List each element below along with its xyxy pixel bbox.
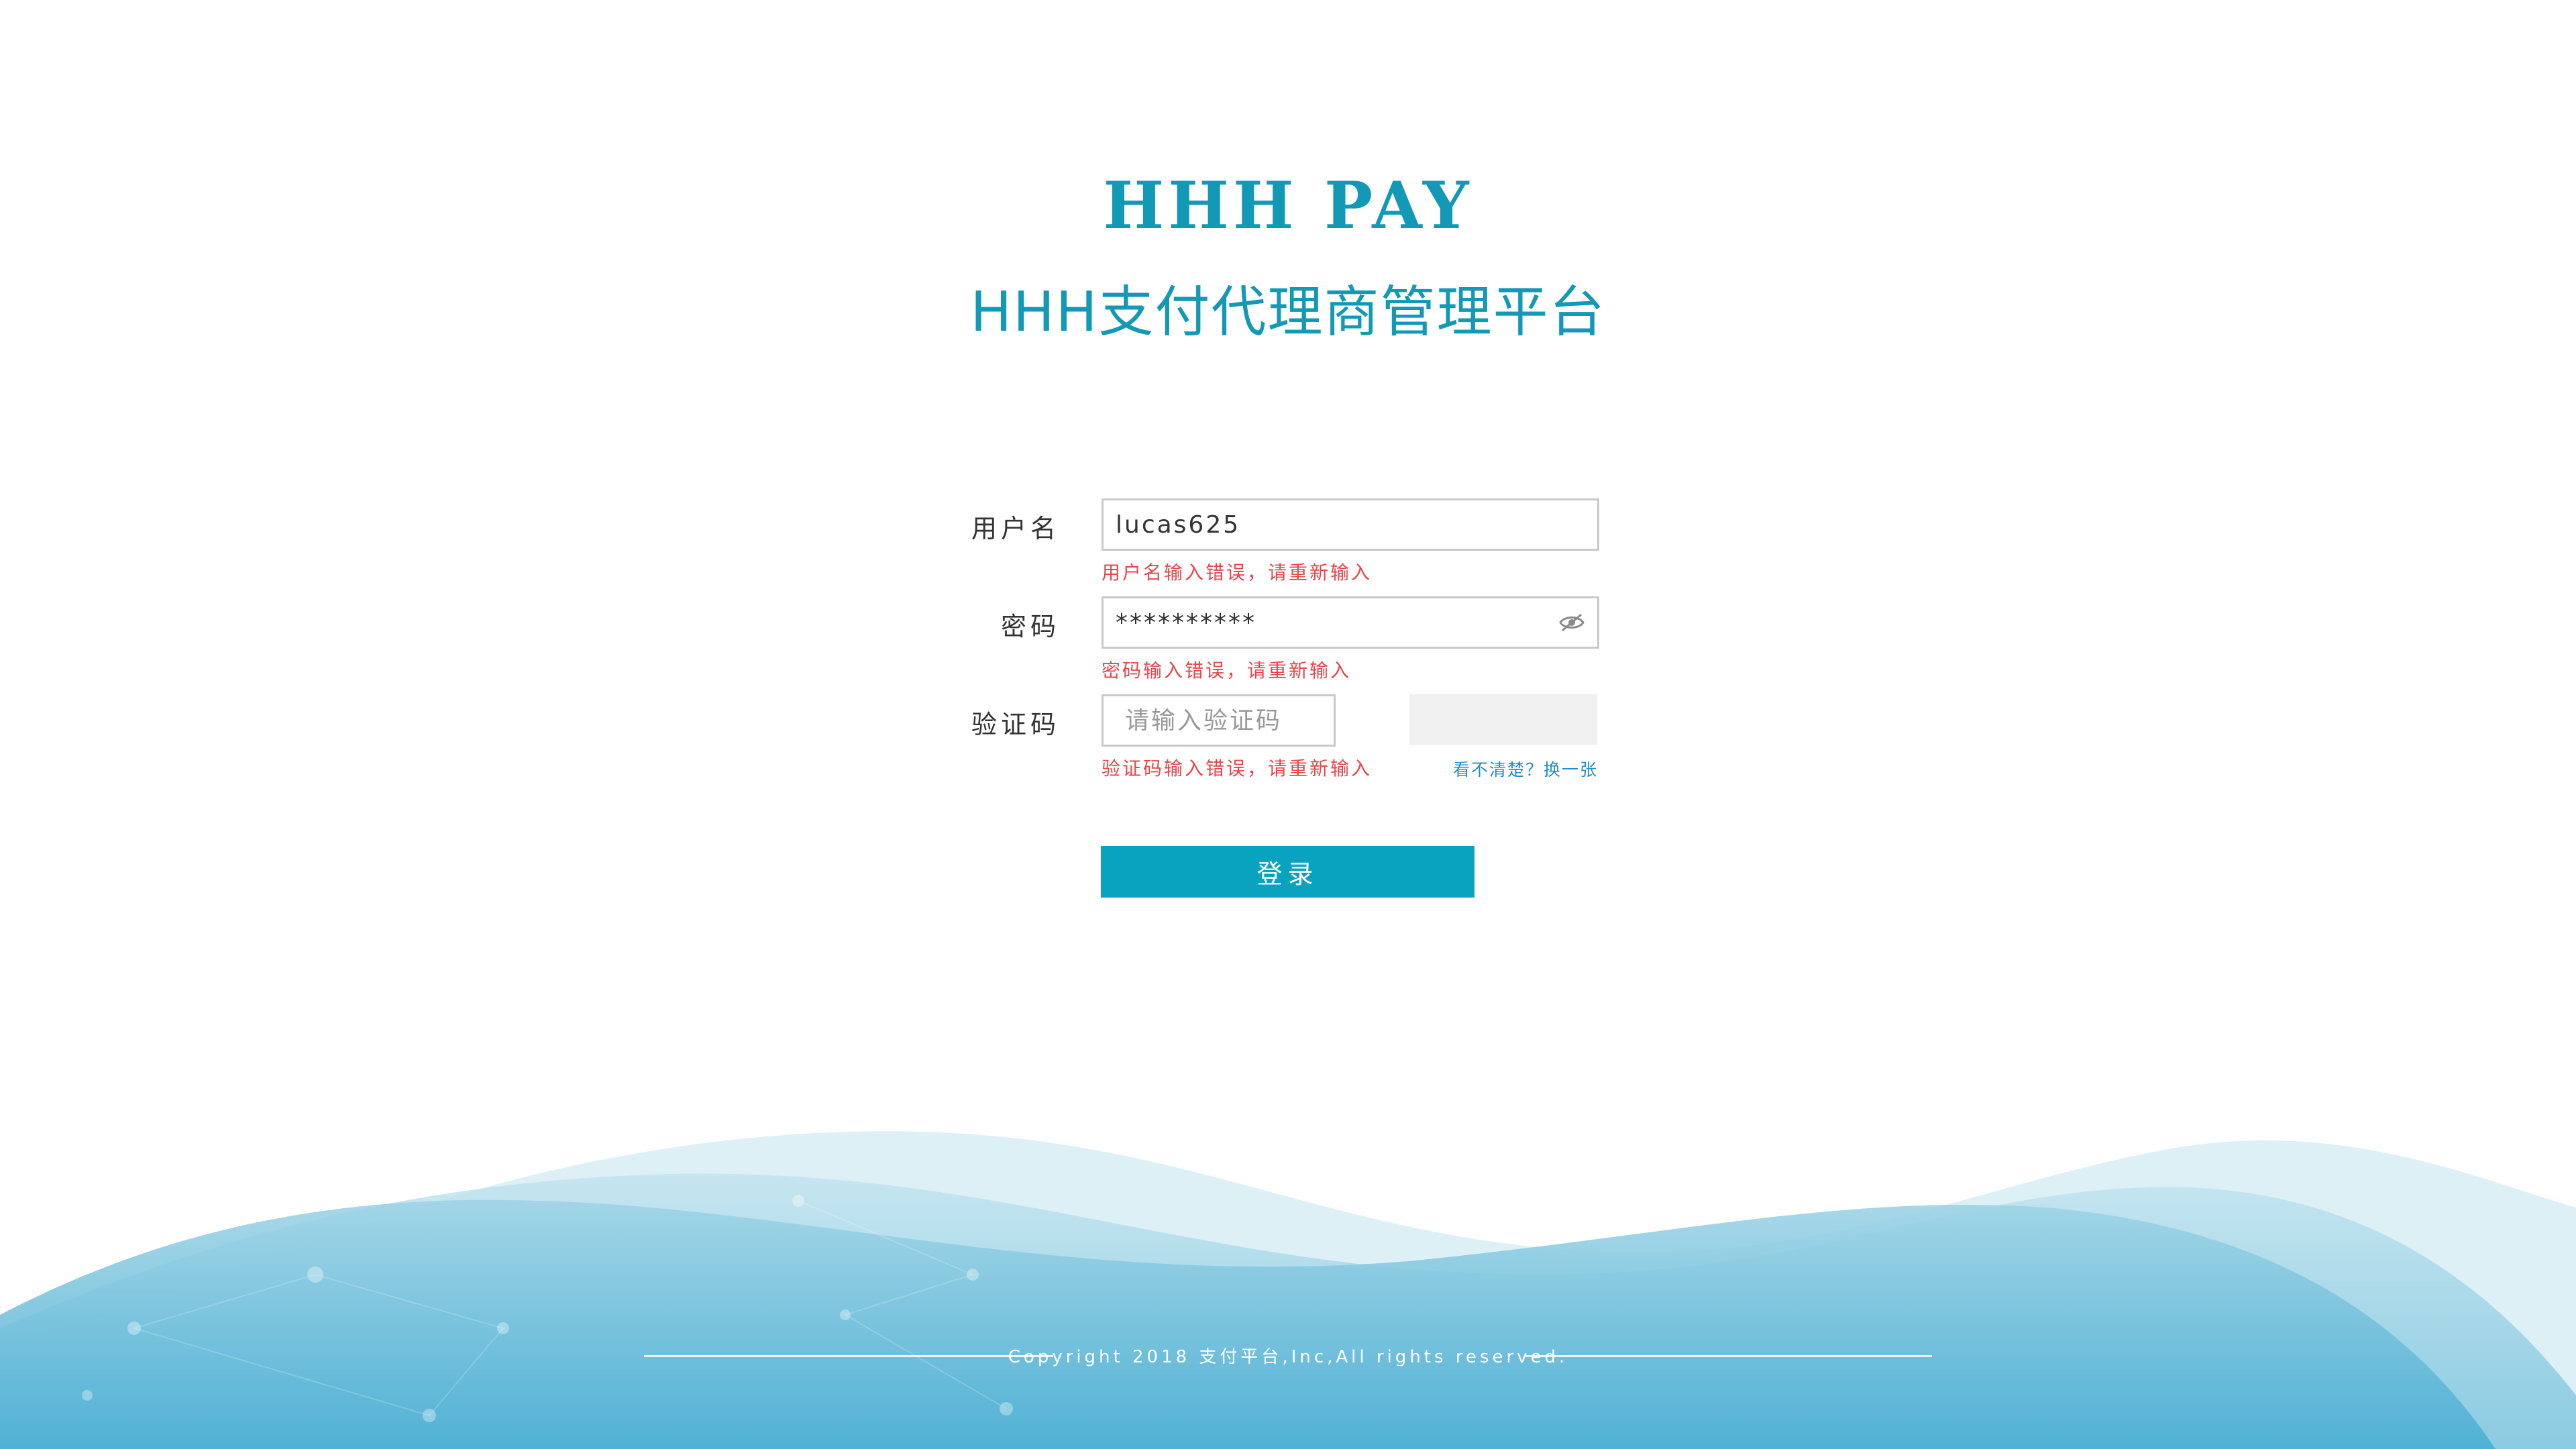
captcha-error: 验证码输入错误，请重新输入 (1102, 757, 1373, 780)
username-input[interactable] (1116, 500, 1597, 549)
captcha-image[interactable] (1409, 694, 1597, 745)
captcha-label: 验证码 (971, 710, 1060, 739)
username-error: 用户名输入错误，请重新输入 (1102, 561, 1373, 584)
password-input[interactable] (1116, 598, 1597, 647)
captcha-field[interactable] (1102, 694, 1336, 747)
captcha-refresh-link[interactable]: 看不清楚？换一张 (1409, 757, 1598, 781)
username-label: 用户名 (971, 514, 1060, 543)
eye-off-icon[interactable] (1558, 612, 1585, 633)
password-field[interactable] (1102, 596, 1599, 649)
copyright-text: Copyright 2018 支付平台,Inc,All rights reser… (1008, 1347, 1568, 1367)
password-error: 密码输入错误，请重新输入 (1102, 659, 1352, 682)
login-page: HHH PAY HHH支付代理商管理平台 用户名 用户名输入错误，请重新输入 密… (0, 0, 2576, 1449)
password-label: 密码 (1000, 612, 1060, 641)
captcha-input[interactable] (1125, 696, 1334, 745)
username-field[interactable] (1102, 498, 1599, 551)
login-button[interactable]: 登录 (1101, 846, 1474, 898)
brand-logo: HHH PAY (1103, 168, 1473, 244)
page-title: HHH支付代理商管理平台 (970, 280, 1606, 344)
